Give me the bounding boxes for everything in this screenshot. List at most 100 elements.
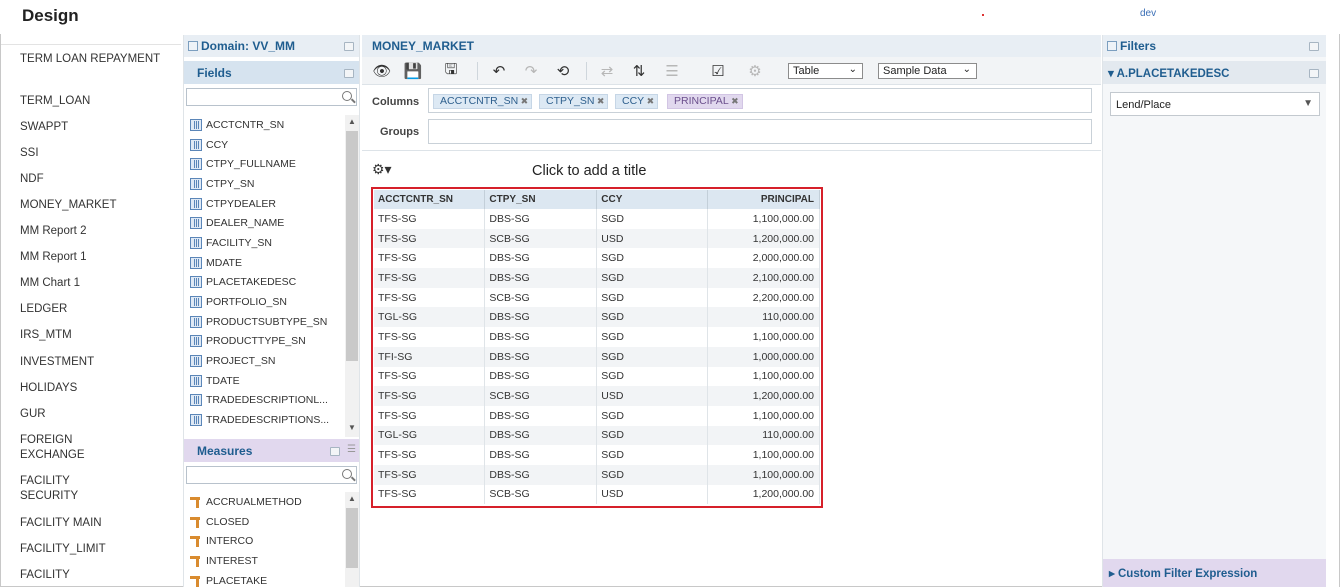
collapse-triangle-icon[interactable]: ▾ <box>1108 68 1114 80</box>
save-as-icon[interactable]: 🖫 <box>440 61 462 81</box>
table-row[interactable]: TFS-SG DBS-SG SGD 1,100,000.00 <box>374 366 820 387</box>
field-item[interactable]: TDATE <box>186 371 344 391</box>
save-icon[interactable]: 💾 <box>402 61 424 81</box>
preview-eye-icon[interactable]: 👁 <box>371 61 393 81</box>
user-link[interactable]: dev <box>1140 8 1156 19</box>
measure-item[interactable]: INTEREST <box>186 551 344 571</box>
column-header[interactable]: ACCTCNTR_SN <box>374 190 486 209</box>
field-item[interactable]: ACCTCNTR_SN <box>186 115 344 135</box>
field-item[interactable]: CCY <box>186 135 344 155</box>
field-item[interactable]: PRODUCTSUBTYPE_SN <box>186 312 344 332</box>
report-item[interactable]: IRS_MTM <box>20 328 170 343</box>
table-row[interactable]: TFS-SG SCB-SG USD 1,200,000.00 <box>374 484 820 505</box>
report-item[interactable]: NDF <box>20 172 170 187</box>
table-row[interactable]: TFI-SG DBS-SG SGD 1,000,000.00 <box>374 346 820 367</box>
field-item[interactable]: PLACETAKEDESC <box>186 273 344 293</box>
format-icon[interactable]: ☰ <box>661 61 683 81</box>
report-item[interactable]: LEDGER <box>20 302 170 317</box>
field-item[interactable]: CTPYDEALER <box>186 194 344 214</box>
settings-gear-icon[interactable]: ⚙▾ <box>372 161 392 178</box>
field-item[interactable]: DEALER_NAME <box>186 213 344 233</box>
measures-scrollbar[interactable]: ▲ <box>345 492 359 587</box>
filter-item-header[interactable]: ▾ A.PLACETAKEDESC <box>1103 61 1327 84</box>
add-title-text[interactable]: Click to add a title <box>532 163 646 179</box>
column-chip[interactable]: PRINCIPAL ✖ <box>667 94 743 109</box>
column-header[interactable]: CCY <box>596 190 709 209</box>
field-item[interactable]: PROJECT_SN <box>186 351 344 371</box>
field-item[interactable]: TRADEDESCRIPTIONL... <box>186 391 344 411</box>
column-header[interactable]: PRINCIPAL <box>707 190 820 209</box>
field-item[interactable]: TRADEDESCRIPTIONS... <box>186 410 344 430</box>
scroll-up-icon[interactable]: ▲ <box>348 494 356 503</box>
swap-axes-icon[interactable]: ⇄ <box>596 61 618 81</box>
report-item[interactable]: FACILITY <box>20 568 170 583</box>
field-item[interactable]: FACILITY_SN <box>186 233 344 253</box>
column-chip[interactable]: CCY ✖ <box>615 94 659 109</box>
measures-menu-button[interactable] <box>330 447 340 456</box>
measure-item[interactable]: PLACETAKE <box>186 571 344 587</box>
report-item[interactable]: INVESTMENT <box>20 355 170 370</box>
scroll-thumb[interactable] <box>346 131 358 361</box>
measure-item[interactable]: CLOSED <box>186 512 344 532</box>
report-item[interactable]: MM Chart 1 <box>20 276 170 291</box>
report-item[interactable]: FACILITY_LIMIT <box>20 542 170 557</box>
checklist-icon[interactable]: ☑ <box>707 61 729 81</box>
table-row[interactable]: TGL-SG DBS-SG SGD 110,000.00 <box>374 425 820 446</box>
table-row[interactable]: TFS-SG DBS-SG SGD 2,100,000.00 <box>374 268 820 288</box>
column-header[interactable]: CTPY_SN <box>484 190 598 209</box>
filter-item-menu-button[interactable] <box>1309 69 1319 78</box>
view-type-select[interactable]: Table ⌄ <box>788 63 863 79</box>
table-row[interactable]: TFS-SG DBS-SG SGD 1,100,000.00 <box>374 445 820 465</box>
page-scrollbar[interactable] <box>1326 35 1339 587</box>
remove-icon[interactable]: ✖ <box>647 95 655 108</box>
refresh-icon[interactable]: ⟲ <box>552 61 574 81</box>
table-row[interactable]: TFS-SG SCB-SG SGD 2,200,000.00 <box>374 287 820 308</box>
filters-menu-button[interactable] <box>1309 42 1319 51</box>
groups-drop-zone[interactable] <box>428 119 1092 144</box>
columns-drop-zone[interactable]: ACCTCNTR_SN ✖ CTPY_SN ✖ CCY ✖ PRINCIPAL ✖ <box>428 88 1092 113</box>
field-search-input[interactable] <box>186 88 357 106</box>
table-row[interactable]: TFS-SG DBS-SG SGD 1,100,000.00 <box>374 405 820 426</box>
report-item[interactable]: SSI <box>20 146 170 161</box>
report-item[interactable]: TERM LOAN REPAYMENT <box>20 52 170 67</box>
remove-icon[interactable]: ✖ <box>597 95 605 108</box>
undo-icon[interactable]: ↶ <box>488 61 510 81</box>
field-item[interactable]: CTPY_SN <box>186 174 344 194</box>
domain-menu-button[interactable] <box>344 42 354 51</box>
field-item[interactable]: CTPY_FULLNAME <box>186 154 344 174</box>
report-item[interactable]: FACILITY MAIN <box>20 516 170 531</box>
report-item[interactable]: HOLIDAYS <box>20 381 170 396</box>
field-item[interactable]: PORTFOLIO_SN <box>186 292 344 312</box>
measure-item[interactable]: ACCRUALMETHOD <box>186 492 344 512</box>
redo-icon[interactable]: ↷ <box>520 61 542 81</box>
measure-item[interactable]: INTERCO <box>186 531 344 551</box>
table-row[interactable]: TFS-SG DBS-SG SGD 1,100,000.00 <box>374 464 820 485</box>
custom-filter-expression[interactable]: ▸ Custom Filter Expression <box>1103 559 1327 587</box>
table-row[interactable]: TFS-SG DBS-SG SGD 2,000,000.00 <box>374 248 820 269</box>
report-item[interactable]: TERM_LOAN <box>20 94 170 109</box>
sort-icon[interactable]: ⇅ <box>628 61 650 81</box>
column-chip[interactable]: CTPY_SN ✖ <box>539 94 609 109</box>
report-item[interactable]: FOREIGN EXCHANGE <box>20 433 100 463</box>
table-row[interactable]: TFS-SG DBS-SG SGD 1,100,000.00 <box>374 327 820 347</box>
table-row[interactable]: TFS-SG SCB-SG USD 1,200,000.00 <box>374 386 820 406</box>
measures-list-icon[interactable]: ☰ <box>347 444 356 455</box>
field-item[interactable]: PRODUCTTYPE_SN <box>186 332 344 352</box>
fields-menu-button[interactable] <box>344 69 354 78</box>
report-item[interactable]: MM Report 2 <box>20 224 170 239</box>
filter-settings-icon[interactable]: ⚙ <box>744 61 766 81</box>
table-row[interactable]: TFS-SG DBS-SG SGD 1,100,000.00 <box>374 209 820 229</box>
report-item[interactable]: MM Report 1 <box>20 250 170 265</box>
remove-icon[interactable]: ✖ <box>731 95 739 108</box>
filter-value-select[interactable]: Lend/Place ▼ <box>1110 92 1320 116</box>
column-chip[interactable]: ACCTCNTR_SN ✖ <box>433 94 533 109</box>
report-item[interactable]: FACILITY SECURITY <box>20 474 100 504</box>
scroll-thumb[interactable] <box>346 508 358 568</box>
scroll-up-icon[interactable]: ▲ <box>348 117 356 126</box>
report-item[interactable]: GUR <box>20 407 170 422</box>
field-item[interactable]: MDATE <box>186 253 344 273</box>
fields-scrollbar[interactable]: ▲ ▼ <box>345 115 359 437</box>
remove-icon[interactable]: ✖ <box>521 95 529 108</box>
data-mode-select[interactable]: Sample Data ⌄ <box>878 63 977 79</box>
report-item[interactable]: SWAPPT <box>20 120 170 135</box>
